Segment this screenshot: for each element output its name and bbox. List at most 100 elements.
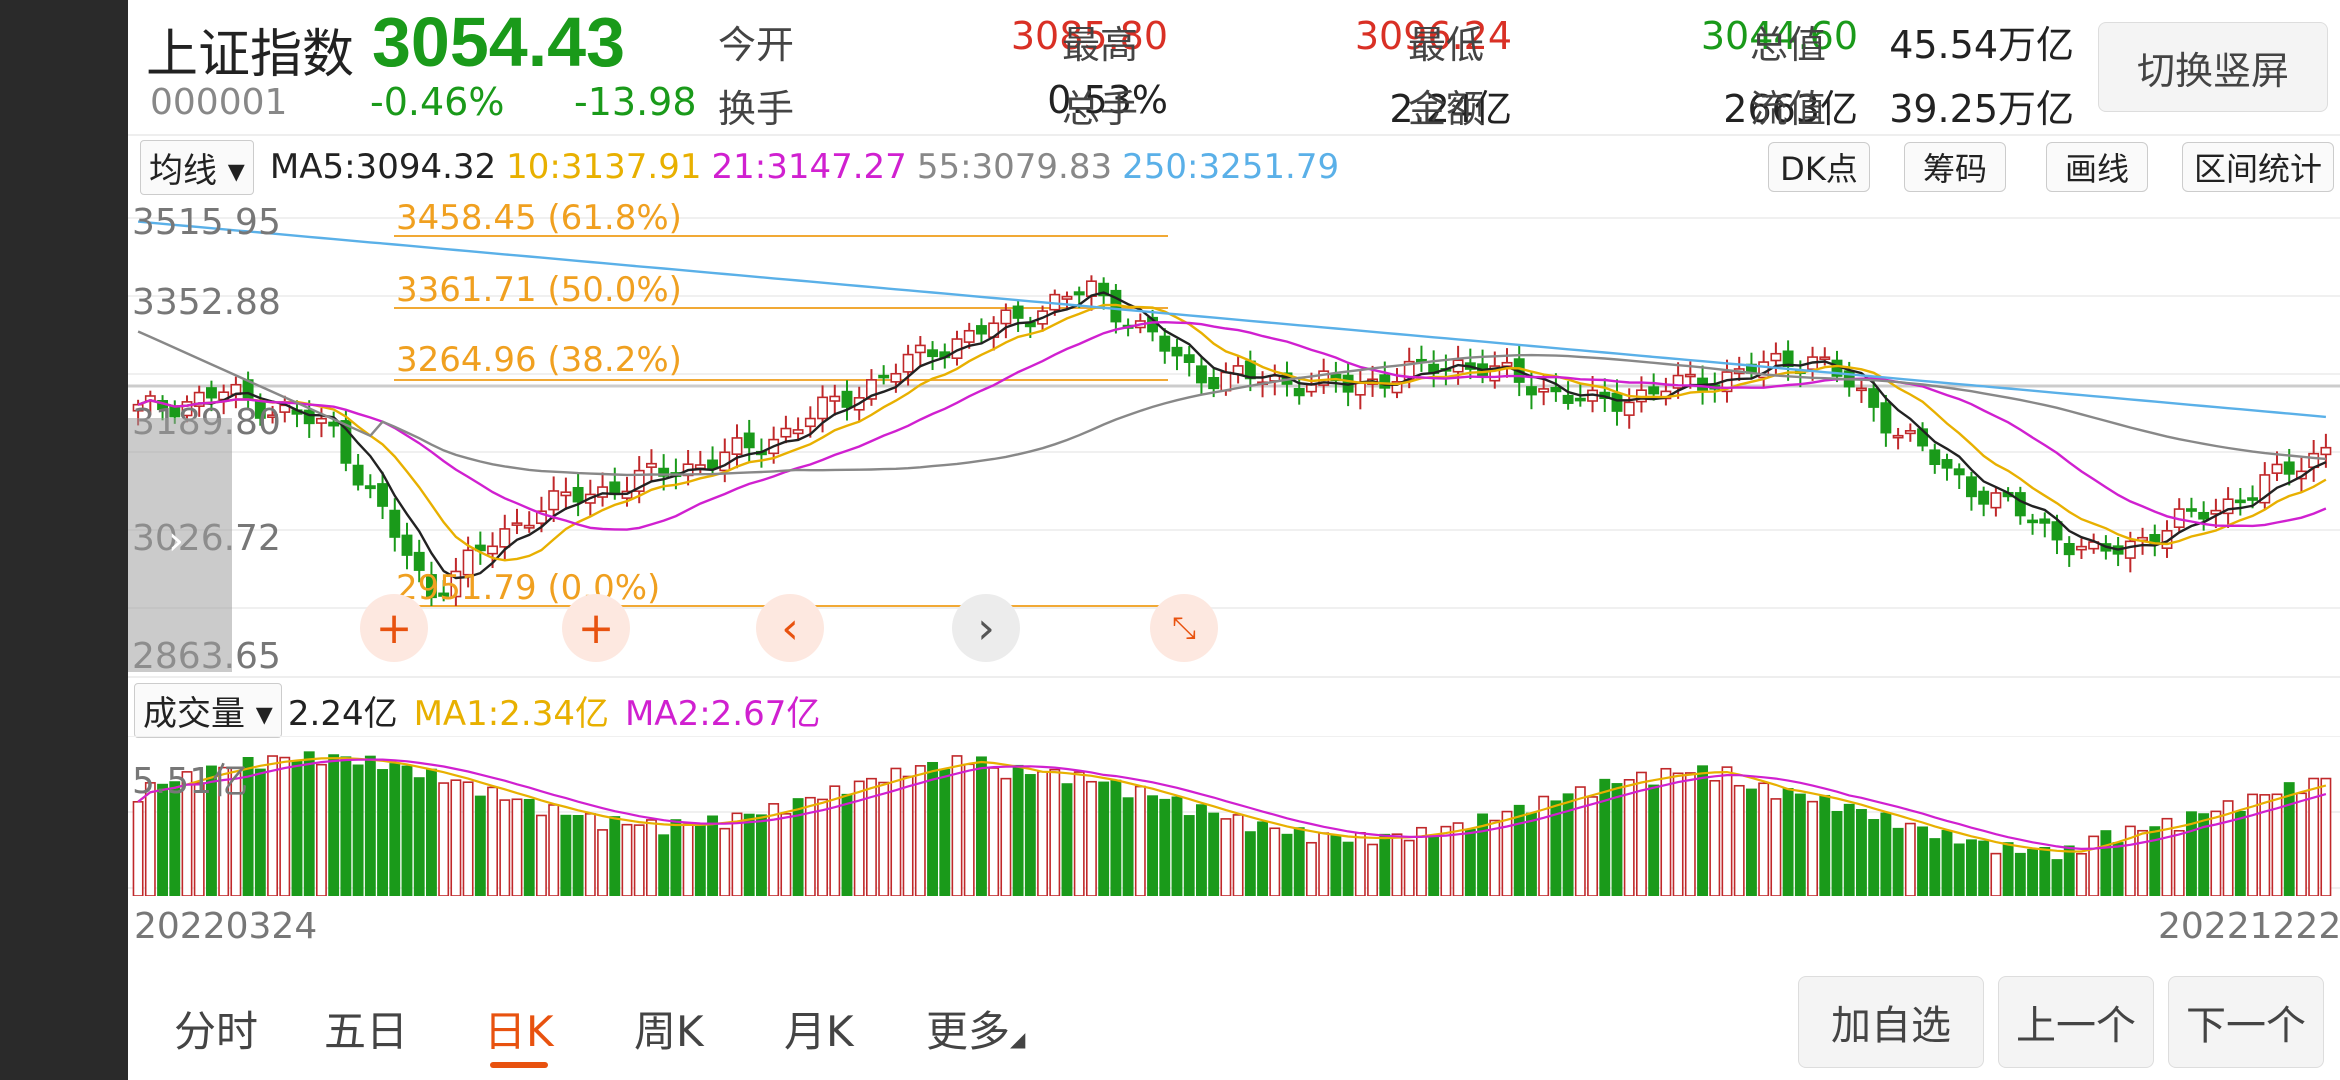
volume-bar: [755, 814, 767, 896]
ma-dropdown[interactable]: 均线 ▾: [140, 139, 254, 195]
volume-bar: [1868, 819, 1880, 896]
volume-bar: [719, 827, 731, 896]
stat-label: 总值: [1750, 23, 1827, 67]
candle-body: [1293, 387, 1305, 397]
crosshair-icon[interactable]: +: [360, 594, 428, 662]
volume-bar: [401, 765, 413, 896]
divider: [128, 134, 2340, 136]
candle-body: [1550, 386, 1562, 393]
chevron-right-icon[interactable]: ›: [952, 594, 1020, 662]
volume-bar: [2088, 835, 2100, 896]
volume-bar: [1831, 810, 1843, 896]
volume-bar: [975, 756, 987, 896]
tab-daily-k[interactable]: 日K: [484, 998, 554, 1059]
volume-bar: [633, 824, 645, 896]
candle-body: [1196, 365, 1207, 384]
candle-body: [707, 459, 719, 470]
fib-label-38: 3264.96 (38.2%): [396, 340, 682, 380]
volume-bar: [2149, 826, 2161, 896]
volume-bar: [1220, 818, 1232, 896]
change-amount: -13.98: [574, 80, 697, 124]
candle-body: [548, 490, 560, 511]
volume-bar: [1159, 798, 1171, 896]
volume-value: 2.24亿: [287, 693, 398, 734]
volume-bar: [2100, 830, 2112, 896]
volume-bar: [2296, 792, 2307, 896]
tab-five-day[interactable]: 五日: [324, 998, 408, 1059]
volume-bar: [2234, 810, 2246, 896]
volume-bar: [1721, 766, 1733, 896]
tab-more[interactable]: 更多◢: [926, 998, 1025, 1059]
volume-bar: [254, 768, 266, 896]
volume-bar: [878, 781, 890, 896]
candle-body: [1354, 382, 1366, 396]
volume-dropdown[interactable]: 成交量 ▾: [134, 682, 282, 738]
volume-bar: [1085, 780, 1097, 896]
volume-bar: [1306, 841, 1317, 896]
candle-body: [2014, 492, 2026, 517]
volume-bar: [1134, 785, 1146, 896]
volume-bar-row: 成交量 ▾ 2.24亿 MA1:2.34亿 MA2:2.67亿: [128, 682, 821, 738]
volume-bar: [1941, 829, 1953, 896]
stat-label: 换手: [718, 87, 795, 131]
volume-bar: [340, 756, 352, 896]
ma250-line: [137, 220, 2327, 419]
volume-chart[interactable]: [128, 736, 2340, 896]
volume-bar: [817, 798, 829, 896]
tab-monthly-k[interactable]: 月K: [784, 998, 854, 1059]
volume-bar: [364, 755, 376, 896]
volume-ma2: MA2:2.67亿: [624, 693, 821, 734]
volume-bar: [2112, 842, 2124, 896]
tab-intraday[interactable]: 分时: [174, 998, 258, 1059]
volume-bar: [731, 812, 743, 896]
volume-bar: [1733, 784, 1745, 896]
candle-body: [890, 372, 902, 383]
range-stats-button[interactable]: 区间统计: [2182, 142, 2334, 192]
candle-body: [499, 528, 511, 548]
candle-body: [1538, 388, 1550, 393]
previous-button[interactable]: 上一个: [1998, 976, 2154, 1068]
candle-body: [829, 395, 841, 402]
candle-body: [1623, 401, 1635, 416]
volume-bar: [1904, 822, 1916, 896]
chevron-left-icon[interactable]: ‹: [756, 594, 824, 662]
volume-bar: [279, 756, 291, 896]
candle-body: [804, 417, 816, 428]
ma21-value: 21:3147.27: [711, 147, 907, 187]
stock-detail-screen: 上证指数 3054.43 000001 -0.46% -13.98 今开 308…: [128, 0, 2340, 1080]
volume-bar: [2027, 848, 2039, 896]
volume-bar: [474, 795, 486, 896]
volume-bar: [1257, 821, 1269, 896]
stat-value: 39.25万亿: [1889, 87, 2074, 131]
ma10-value: 10:3137.91: [506, 147, 702, 187]
switch-portrait-button[interactable]: 切换竖屏: [2098, 22, 2328, 112]
candle-body: [1000, 309, 1012, 325]
volume-bar: [1587, 796, 1599, 896]
volume-bar: [1342, 841, 1354, 896]
scroll-handle[interactable]: ›: [128, 418, 232, 672]
volume-bar: [1196, 804, 1207, 896]
fib-label-50: 3361.71 (50.0%): [396, 270, 682, 310]
volume-bar: [1917, 826, 1929, 896]
add-watchlist-button[interactable]: 加自选: [1798, 976, 1984, 1068]
zoom-in-icon[interactable]: +: [562, 594, 630, 662]
volume-bar: [1293, 827, 1305, 896]
volume-bar: [694, 824, 706, 896]
candle-body: [572, 486, 584, 503]
candle-body: [303, 409, 315, 425]
draw-line-button[interactable]: 画线: [2046, 142, 2148, 192]
volume-bar: [1171, 796, 1183, 896]
candle-body: [2076, 545, 2087, 551]
volume-bar: [1403, 839, 1415, 896]
candle-body: [1562, 394, 1574, 404]
next-button[interactable]: 下一个: [2168, 976, 2324, 1068]
volume-bar: [1819, 794, 1831, 896]
candle-body: [1904, 430, 1916, 435]
chips-button[interactable]: 筹码: [1904, 142, 2006, 192]
collapse-icon[interactable]: ⤡: [1150, 594, 1218, 662]
tab-weekly-k[interactable]: 周K: [634, 998, 704, 1059]
volume-bar: [328, 754, 340, 896]
candle-body: [792, 429, 804, 435]
candle-body: [1880, 402, 1892, 434]
dk-point-button[interactable]: DK点: [1768, 142, 1870, 192]
